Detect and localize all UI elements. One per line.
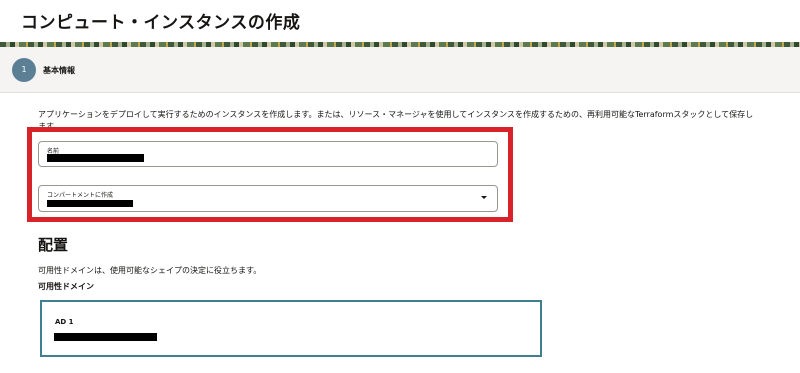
highlight-annotation-box bbox=[27, 127, 513, 222]
redacted-domain-value bbox=[54, 333, 157, 341]
step-label[interactable]: 基本情報 bbox=[43, 65, 75, 76]
availability-domain-label: 可用性ドメイン bbox=[38, 282, 94, 291]
step-bar: 1 基本情報 bbox=[0, 47, 800, 93]
availability-domain-card-ad1[interactable]: AD 1 bbox=[40, 300, 542, 357]
availability-domain-name: AD 1 bbox=[55, 318, 74, 326]
step-number-badge[interactable]: 1 bbox=[12, 58, 36, 82]
placement-description: 可用性ドメインは、使用可能なシェイプの決定に役立ちます。 bbox=[38, 266, 262, 275]
page-title: コンピュート・インスタンスの作成 bbox=[21, 13, 301, 33]
page-header: コンピュート・インスタンスの作成 bbox=[0, 0, 800, 42]
placement-section-title: 配置 bbox=[38, 236, 69, 254]
